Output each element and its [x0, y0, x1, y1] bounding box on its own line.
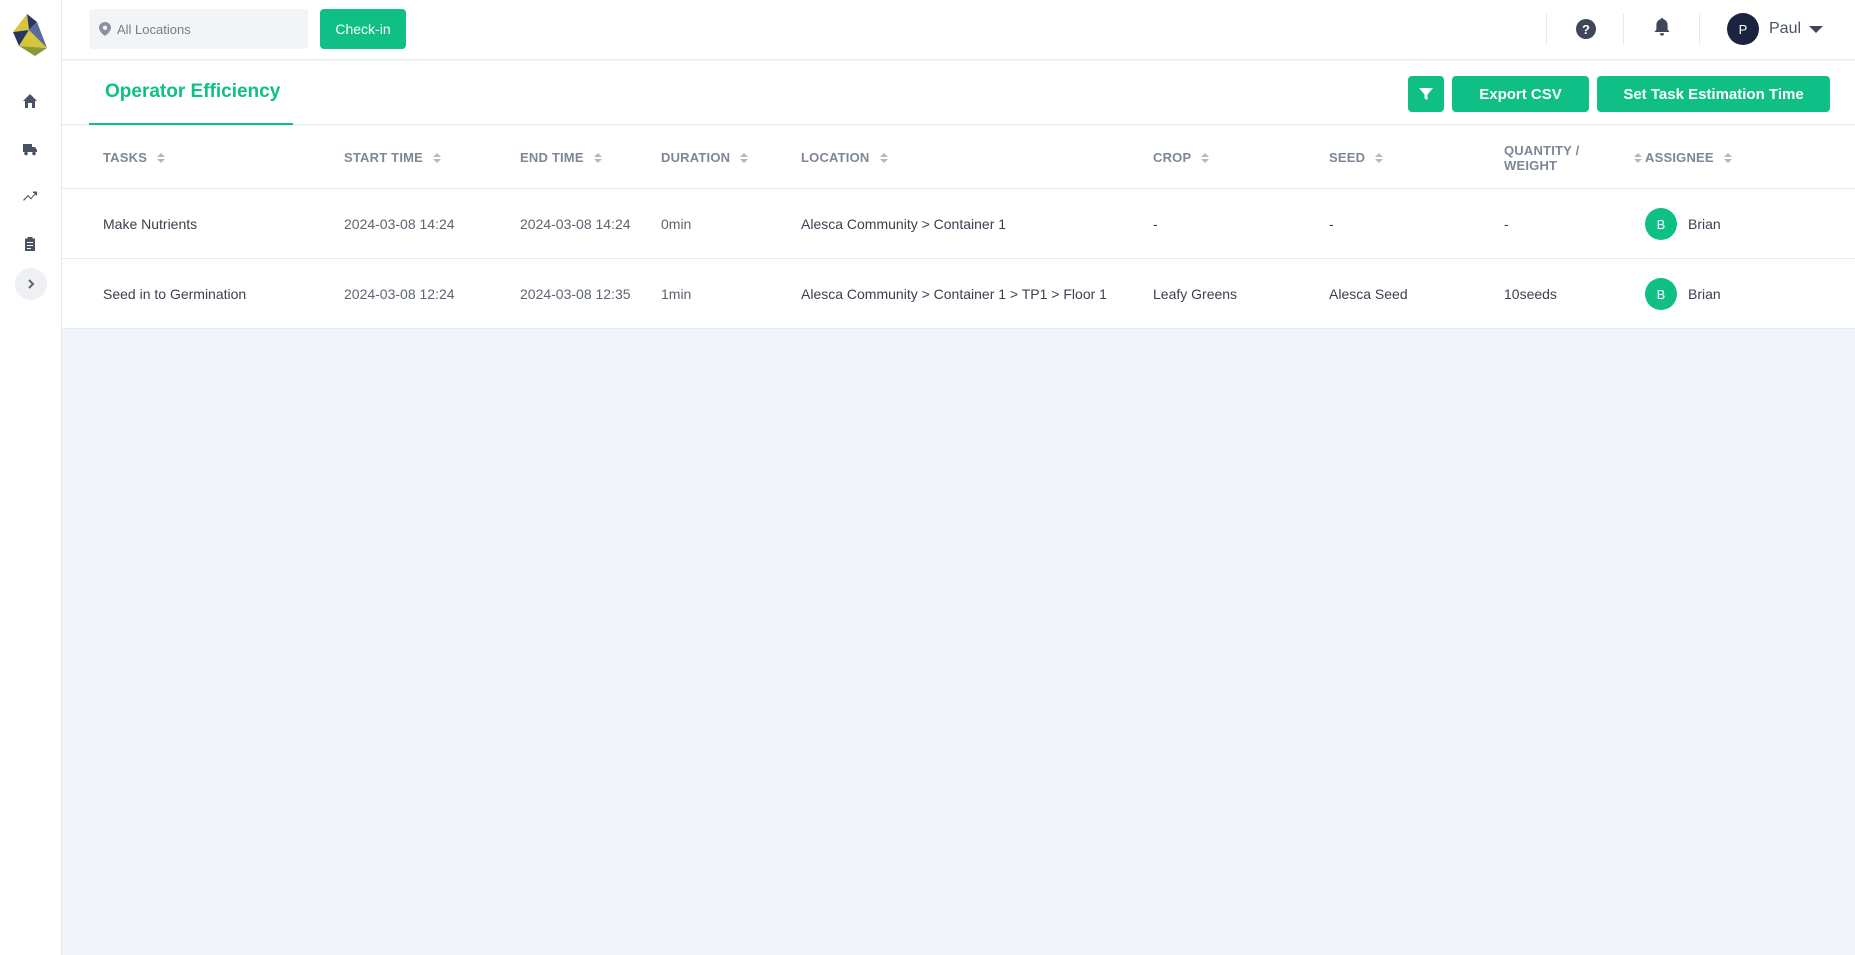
- table-header: TASKS START TIME END TIME DURATION LOCAT…: [62, 126, 1855, 189]
- sort-icon: [593, 152, 602, 163]
- clipboard-icon[interactable]: [19, 233, 41, 255]
- avatar: B: [1645, 208, 1677, 240]
- cell-seed: -: [1329, 216, 1334, 232]
- column-header-seed[interactable]: SEED: [1329, 126, 1384, 189]
- user-menu[interactable]: P Paul: [1727, 13, 1824, 45]
- column-header-tasks[interactable]: TASKS: [103, 126, 166, 189]
- cell-quantity: -: [1504, 216, 1509, 232]
- cell-location: Alesca Community > Container 1 > TP1 > F…: [801, 286, 1107, 302]
- assignee-name: Brian: [1688, 286, 1721, 302]
- chevron-right-icon: [28, 279, 35, 289]
- table-row[interactable]: Make Nutrients 2024-03-08 14:24 2024-03-…: [62, 189, 1855, 259]
- cell-start-time: 2024-03-08 14:24: [344, 216, 455, 232]
- location-select-label: All Locations: [117, 21, 191, 37]
- cell-duration: 1min: [661, 286, 692, 302]
- cell-duration: 0min: [661, 216, 692, 232]
- filter-icon: [1419, 88, 1433, 100]
- divider: [1546, 14, 1547, 44]
- sort-icon: [1634, 152, 1642, 163]
- user-name: Paul: [1769, 20, 1802, 37]
- column-header-start-time[interactable]: START TIME: [344, 126, 442, 189]
- set-task-estimation-time-button[interactable]: Set Task Estimation Time: [1597, 76, 1830, 112]
- app-logo[interactable]: [7, 10, 49, 56]
- cell-start-time: 2024-03-08 12:24: [344, 286, 455, 302]
- column-header-crop[interactable]: CROP: [1153, 126, 1210, 189]
- trending-up-icon[interactable]: [19, 185, 41, 207]
- top-bar: All Locations Check-in ? P Paul: [62, 0, 1855, 60]
- sort-icon: [1723, 152, 1732, 163]
- cell-quantity: 10seeds: [1504, 286, 1557, 302]
- location-pin-icon: [99, 22, 111, 36]
- sort-icon: [1375, 152, 1384, 163]
- sort-icon: [1201, 152, 1210, 163]
- help-icon[interactable]: ?: [1576, 19, 1596, 39]
- home-icon[interactable]: [19, 90, 41, 112]
- filter-button[interactable]: [1408, 76, 1444, 112]
- tab-label: Operator Efficiency: [105, 81, 281, 102]
- sort-icon: [433, 152, 442, 163]
- location-select[interactable]: All Locations: [89, 9, 308, 49]
- export-csv-button[interactable]: Export CSV: [1452, 76, 1589, 112]
- cell-assignee: B Brian: [1645, 189, 1721, 259]
- avatar: B: [1645, 278, 1677, 310]
- column-header-quantity-weight[interactable]: QUANTITY / WEIGHT: [1504, 126, 1642, 189]
- assignee-name: Brian: [1688, 216, 1721, 232]
- cell-task: Seed in to Germination: [103, 286, 247, 302]
- column-header-location[interactable]: LOCATION: [801, 126, 888, 189]
- page-header: Operator Efficiency Export CSV Set Task …: [62, 61, 1855, 125]
- operator-efficiency-table: TASKS START TIME END TIME DURATION LOCAT…: [62, 126, 1855, 329]
- sort-icon: [740, 152, 749, 163]
- sidebar: [0, 0, 62, 955]
- cell-end-time: 2024-03-08 12:35: [520, 286, 631, 302]
- column-header-end-time[interactable]: END TIME: [520, 126, 602, 189]
- cell-seed: Alesca Seed: [1329, 286, 1408, 302]
- check-in-button[interactable]: Check-in: [320, 9, 406, 49]
- expand-sidebar-button[interactable]: [15, 268, 47, 300]
- column-header-assignee[interactable]: ASSIGNEE: [1645, 126, 1732, 189]
- truck-icon[interactable]: [19, 138, 41, 160]
- user-avatar: P: [1727, 13, 1759, 45]
- sort-icon: [879, 152, 888, 163]
- divider: [1623, 14, 1624, 44]
- cell-assignee: B Brian: [1645, 259, 1721, 329]
- tab-operator-efficiency[interactable]: Operator Efficiency: [89, 61, 293, 125]
- cell-crop: Leafy Greens: [1153, 286, 1238, 302]
- sort-icon: [157, 152, 166, 163]
- cell-crop: -: [1153, 216, 1158, 232]
- table-row[interactable]: Seed in to Germination 2024-03-08 12:24 …: [62, 259, 1855, 329]
- column-header-duration[interactable]: DURATION: [661, 126, 749, 189]
- divider: [1699, 14, 1700, 44]
- cell-end-time: 2024-03-08 14:24: [520, 216, 631, 232]
- cell-task: Make Nutrients: [103, 216, 198, 232]
- caret-down-icon: [1809, 25, 1824, 33]
- bell-icon[interactable]: [1652, 17, 1674, 39]
- cell-location: Alesca Community > Container 1: [801, 216, 1007, 232]
